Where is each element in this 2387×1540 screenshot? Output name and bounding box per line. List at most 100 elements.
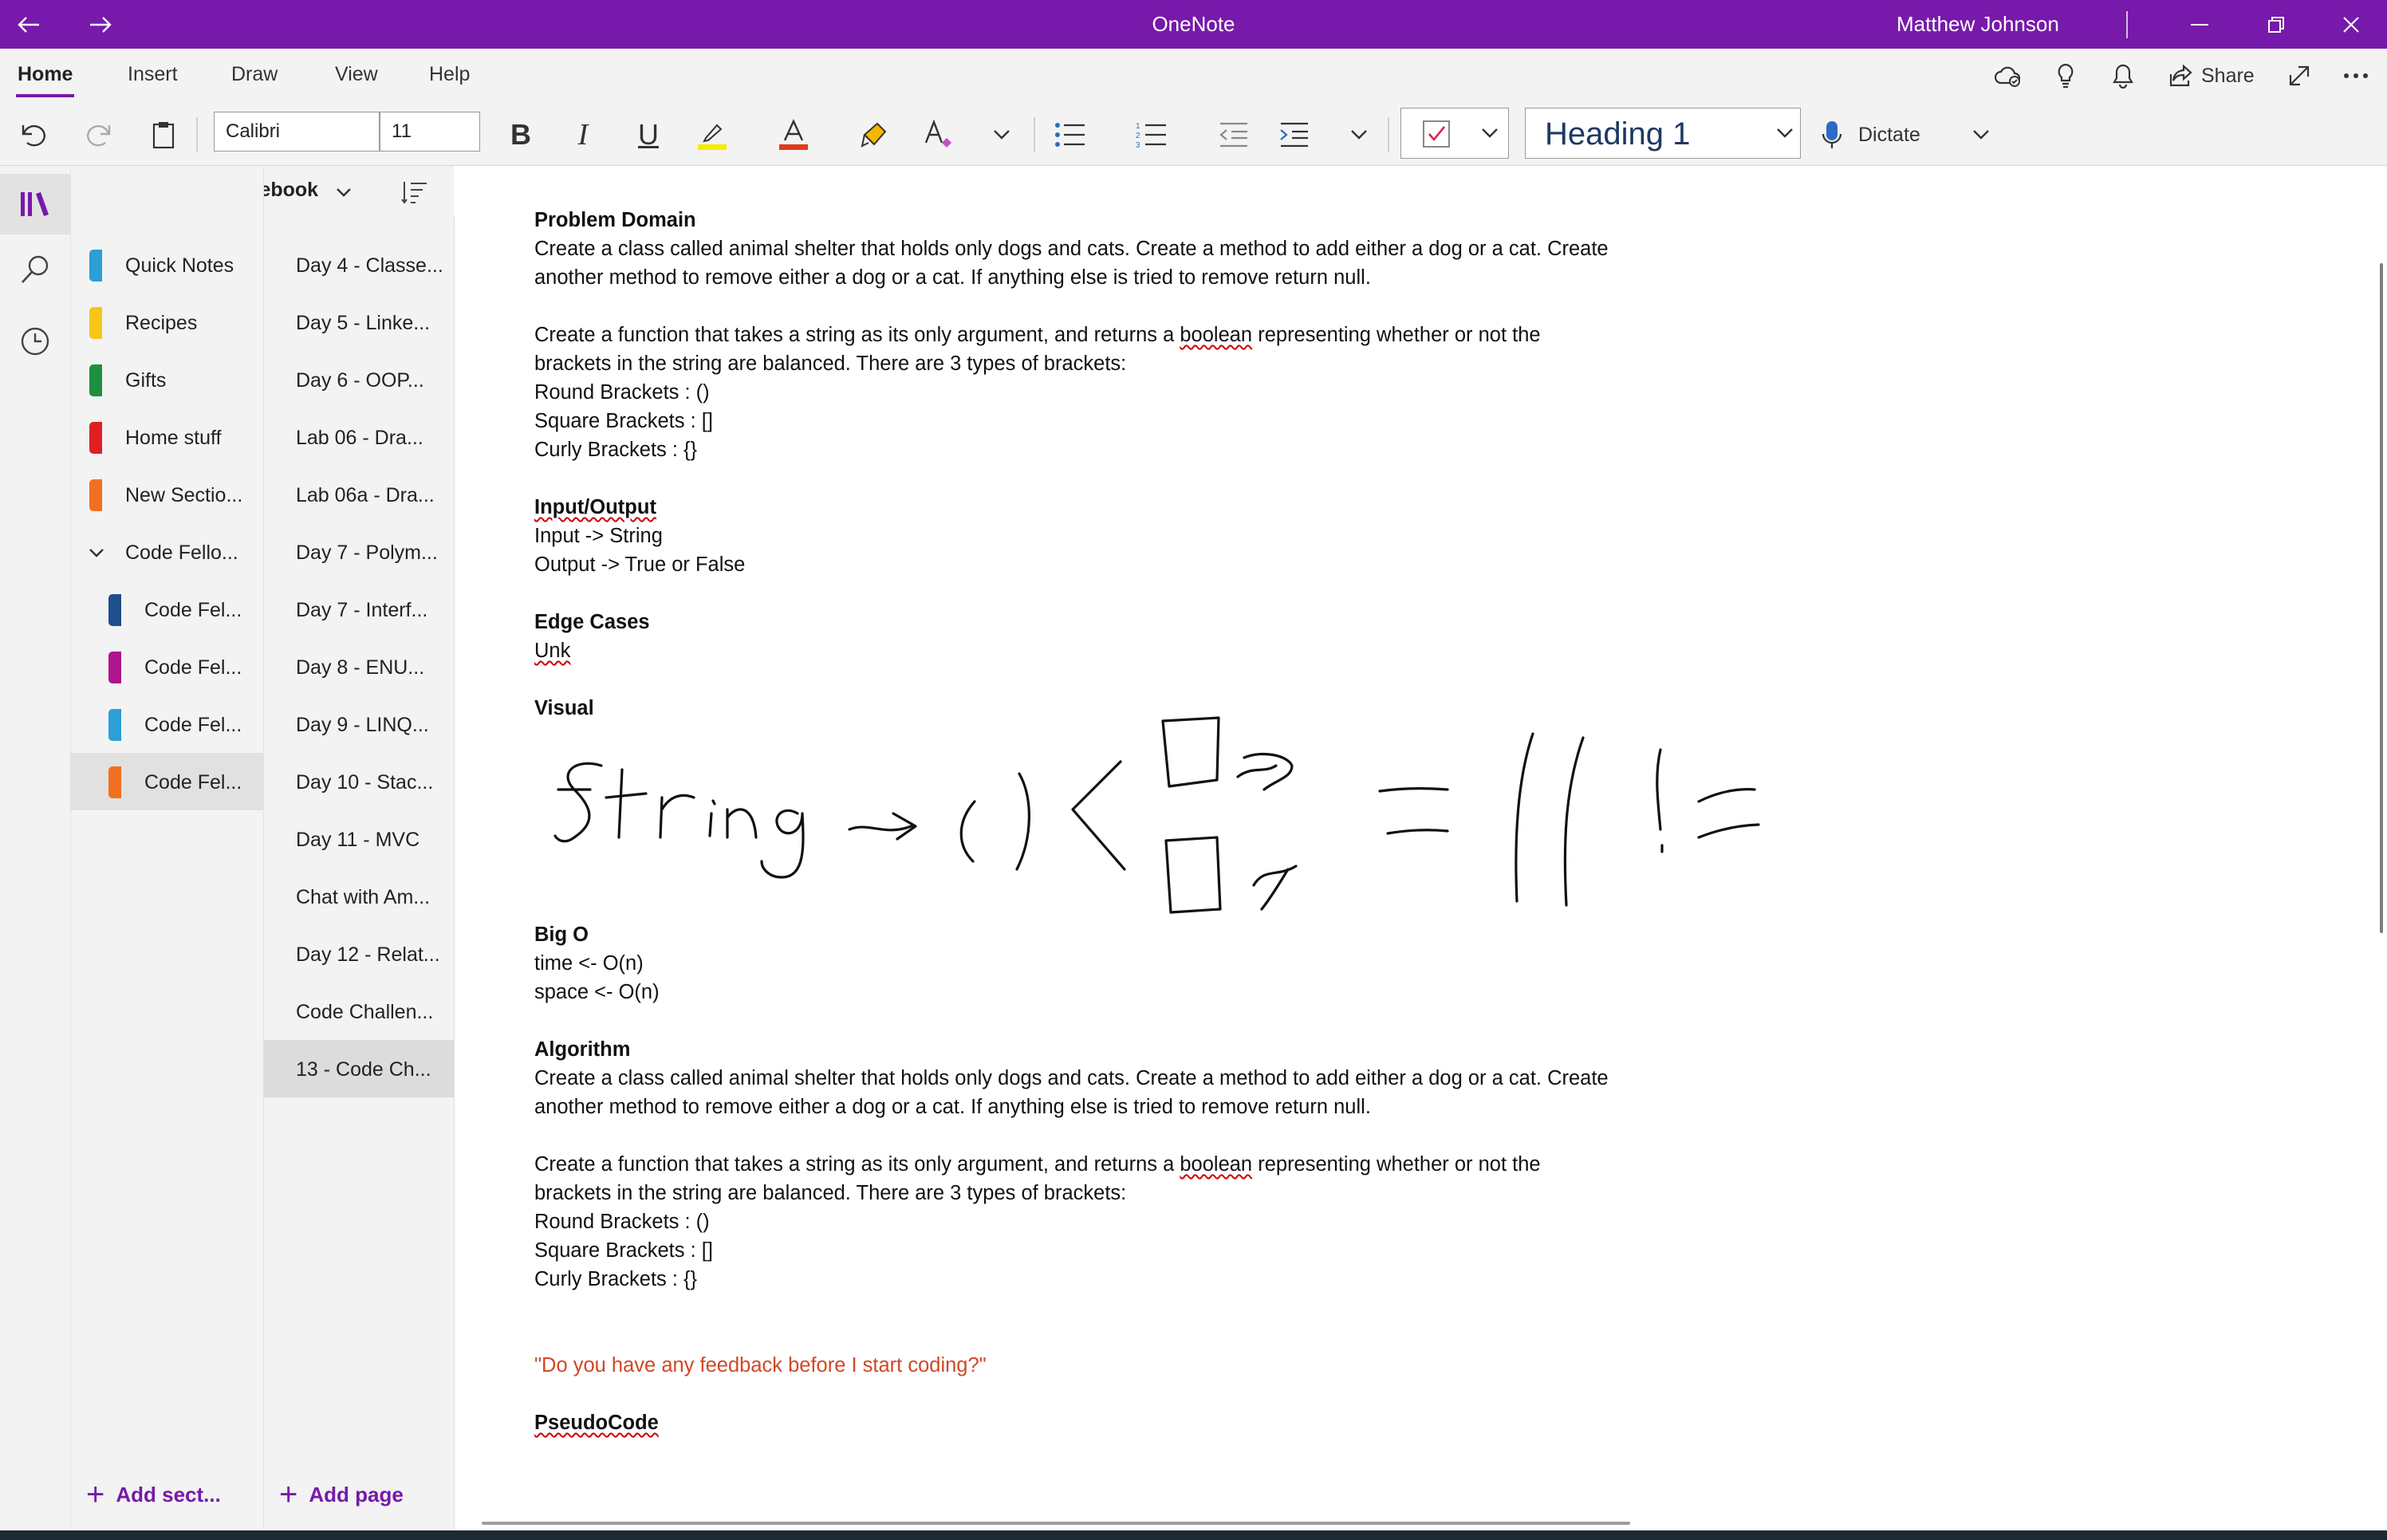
- chevron-down-icon: [1776, 128, 1794, 143]
- format-painter-icon[interactable]: [855, 112, 895, 157]
- italic-button[interactable]: I: [563, 112, 603, 157]
- share-button[interactable]: Share: [2169, 60, 2255, 92]
- underline-button[interactable]: U: [628, 112, 668, 157]
- feedback-quote: "Do you have any feedback before I start…: [534, 1354, 987, 1377]
- section-item[interactable]: Quick Notes: [71, 236, 263, 293]
- note-body-lower[interactable]: Big O time <- O(n) space <- O(n) Algorit…: [534, 920, 1731, 1437]
- add-page-button[interactable]: + Add page: [279, 1472, 404, 1517]
- tab-help[interactable]: Help: [429, 63, 470, 86]
- clear-formatting-icon[interactable]: [919, 112, 959, 157]
- close-icon[interactable]: [2334, 0, 2369, 49]
- section-item[interactable]: Gifts: [71, 351, 263, 408]
- toolbar-separator: [1034, 117, 1035, 152]
- numbering-icon[interactable]: 123: [1129, 112, 1174, 157]
- page-item[interactable]: Lab 06 - Dra...: [264, 408, 454, 466]
- section-item[interactable]: Code Fel...: [71, 638, 263, 695]
- clipboard-icon[interactable]: [144, 112, 183, 157]
- sort-icon[interactable]: [401, 179, 428, 210]
- section-color-tab: [108, 594, 121, 626]
- restore-icon[interactable]: [2259, 0, 2294, 49]
- page-item[interactable]: Day 4 - Classe...: [264, 236, 454, 293]
- decrease-indent-icon[interactable]: [1211, 112, 1255, 157]
- recent-clock-icon[interactable]: [11, 317, 59, 365]
- section-color-tab: [108, 652, 121, 683]
- tab-view[interactable]: View: [335, 63, 378, 86]
- user-name[interactable]: Matthew Johnson: [1897, 0, 2059, 49]
- page-item[interactable]: Day 10 - Stac...: [264, 753, 454, 810]
- section-item[interactable]: Recipes: [71, 293, 263, 351]
- section-color-tab: [108, 766, 121, 798]
- chevron-down-icon[interactable]: [1343, 112, 1375, 157]
- section-item[interactable]: New Sectio...: [71, 466, 263, 523]
- note-text: representing whether or not the: [1252, 1153, 1541, 1176]
- add-section-button[interactable]: + Add sect...: [86, 1472, 221, 1517]
- more-options-icon[interactable]: [2343, 60, 2369, 92]
- font-size-field[interactable]: 11: [380, 112, 480, 152]
- pseudocode-heading-text: PseudoCode: [534, 1412, 659, 1434]
- title-bar: OneNote Matthew Johnson: [0, 0, 2387, 49]
- section-item[interactable]: Home stuff: [71, 408, 263, 466]
- section-item[interactable]: Code Fel...: [71, 753, 263, 810]
- chevron-down-icon[interactable]: [986, 112, 1018, 157]
- section-group[interactable]: Code Fello...: [71, 523, 263, 581]
- search-icon[interactable]: [11, 246, 59, 293]
- note-line: Input -> String: [534, 525, 663, 547]
- tab-home[interactable]: Home: [15, 63, 75, 97]
- bullets-icon[interactable]: [1048, 112, 1093, 157]
- ribbon-tabs: Home Insert Draw View Help Share: [0, 49, 2387, 104]
- chevron-down-icon[interactable]: [1965, 112, 1997, 157]
- dictate-button[interactable]: Dictate: [1822, 112, 1957, 157]
- increase-indent-icon[interactable]: [1271, 112, 1316, 157]
- page-item[interactable]: Chat with Am...: [264, 868, 454, 925]
- note-line: Square Brackets : []: [534, 1239, 713, 1262]
- minimize-icon[interactable]: [2182, 0, 2217, 49]
- fullscreen-icon[interactable]: [2287, 60, 2311, 92]
- page-item[interactable]: Day 7 - Interf...: [264, 581, 454, 638]
- highlight-icon[interactable]: [692, 112, 732, 157]
- note-line: Curly Brackets : {}: [534, 439, 698, 461]
- note-line: brackets in the string are balanced. The…: [534, 353, 1127, 375]
- page-item[interactable]: Day 11 - MVC: [264, 810, 454, 868]
- todo-tag-dropdown[interactable]: [1400, 108, 1509, 159]
- font-name-field[interactable]: Calibri: [214, 112, 380, 152]
- redo-icon[interactable]: [78, 112, 118, 157]
- style-dropdown[interactable]: Heading 1: [1525, 108, 1801, 159]
- undo-icon[interactable]: [14, 112, 54, 157]
- problem-domain-heading: Problem Domain: [534, 209, 696, 231]
- lightbulb-icon[interactable]: [2056, 60, 2075, 92]
- share-label: Share: [2201, 64, 2255, 87]
- sync-status-icon[interactable]: [1994, 60, 2023, 92]
- section-label: Home stuff: [125, 427, 222, 449]
- page-item[interactable]: Lab 06a - Dra...: [264, 466, 454, 523]
- bold-button[interactable]: B: [501, 112, 541, 157]
- forward-arrow-icon[interactable]: [83, 0, 118, 49]
- note-line: Curly Brackets : {}: [534, 1268, 698, 1290]
- note-body[interactable]: Problem Domain Create a class called ani…: [534, 206, 1731, 723]
- page-item[interactable]: Day 6 - OOP...: [264, 351, 454, 408]
- page-item[interactable]: Day 7 - Polym...: [264, 523, 454, 581]
- notebooks-icon[interactable]: [0, 174, 70, 234]
- section-item[interactable]: Code Fel...: [71, 695, 263, 753]
- page-item[interactable]: Day 9 - LINQ...: [264, 695, 454, 753]
- ink-drawing[interactable]: [542, 710, 1771, 933]
- horizontal-scrollbar[interactable]: [482, 1522, 1630, 1525]
- page-item[interactable]: Day 12 - Relat...: [264, 925, 454, 983]
- vertical-scrollbar[interactable]: [2380, 263, 2383, 933]
- tab-insert[interactable]: Insert: [128, 63, 178, 86]
- formatting-toolbar: Calibri 11 B I U 123 Heading 1 Dictate: [0, 104, 2387, 166]
- page-item[interactable]: 13 - Code Ch...: [264, 1040, 454, 1097]
- page-item[interactable]: Code Challen...: [264, 983, 454, 1040]
- misspelled-word: boolean: [1180, 1153, 1253, 1176]
- section-item[interactable]: Code Fel...: [71, 581, 263, 638]
- bell-icon[interactable]: [2112, 60, 2134, 92]
- edge-cases-heading: Edge Cases: [534, 611, 650, 633]
- tab-draw[interactable]: Draw: [231, 63, 278, 86]
- font-color-icon[interactable]: [774, 112, 813, 157]
- page-item[interactable]: Day 5 - Linke...: [264, 293, 454, 351]
- page-item[interactable]: Day 8 - ENU...: [264, 638, 454, 695]
- back-arrow-icon[interactable]: [11, 0, 46, 49]
